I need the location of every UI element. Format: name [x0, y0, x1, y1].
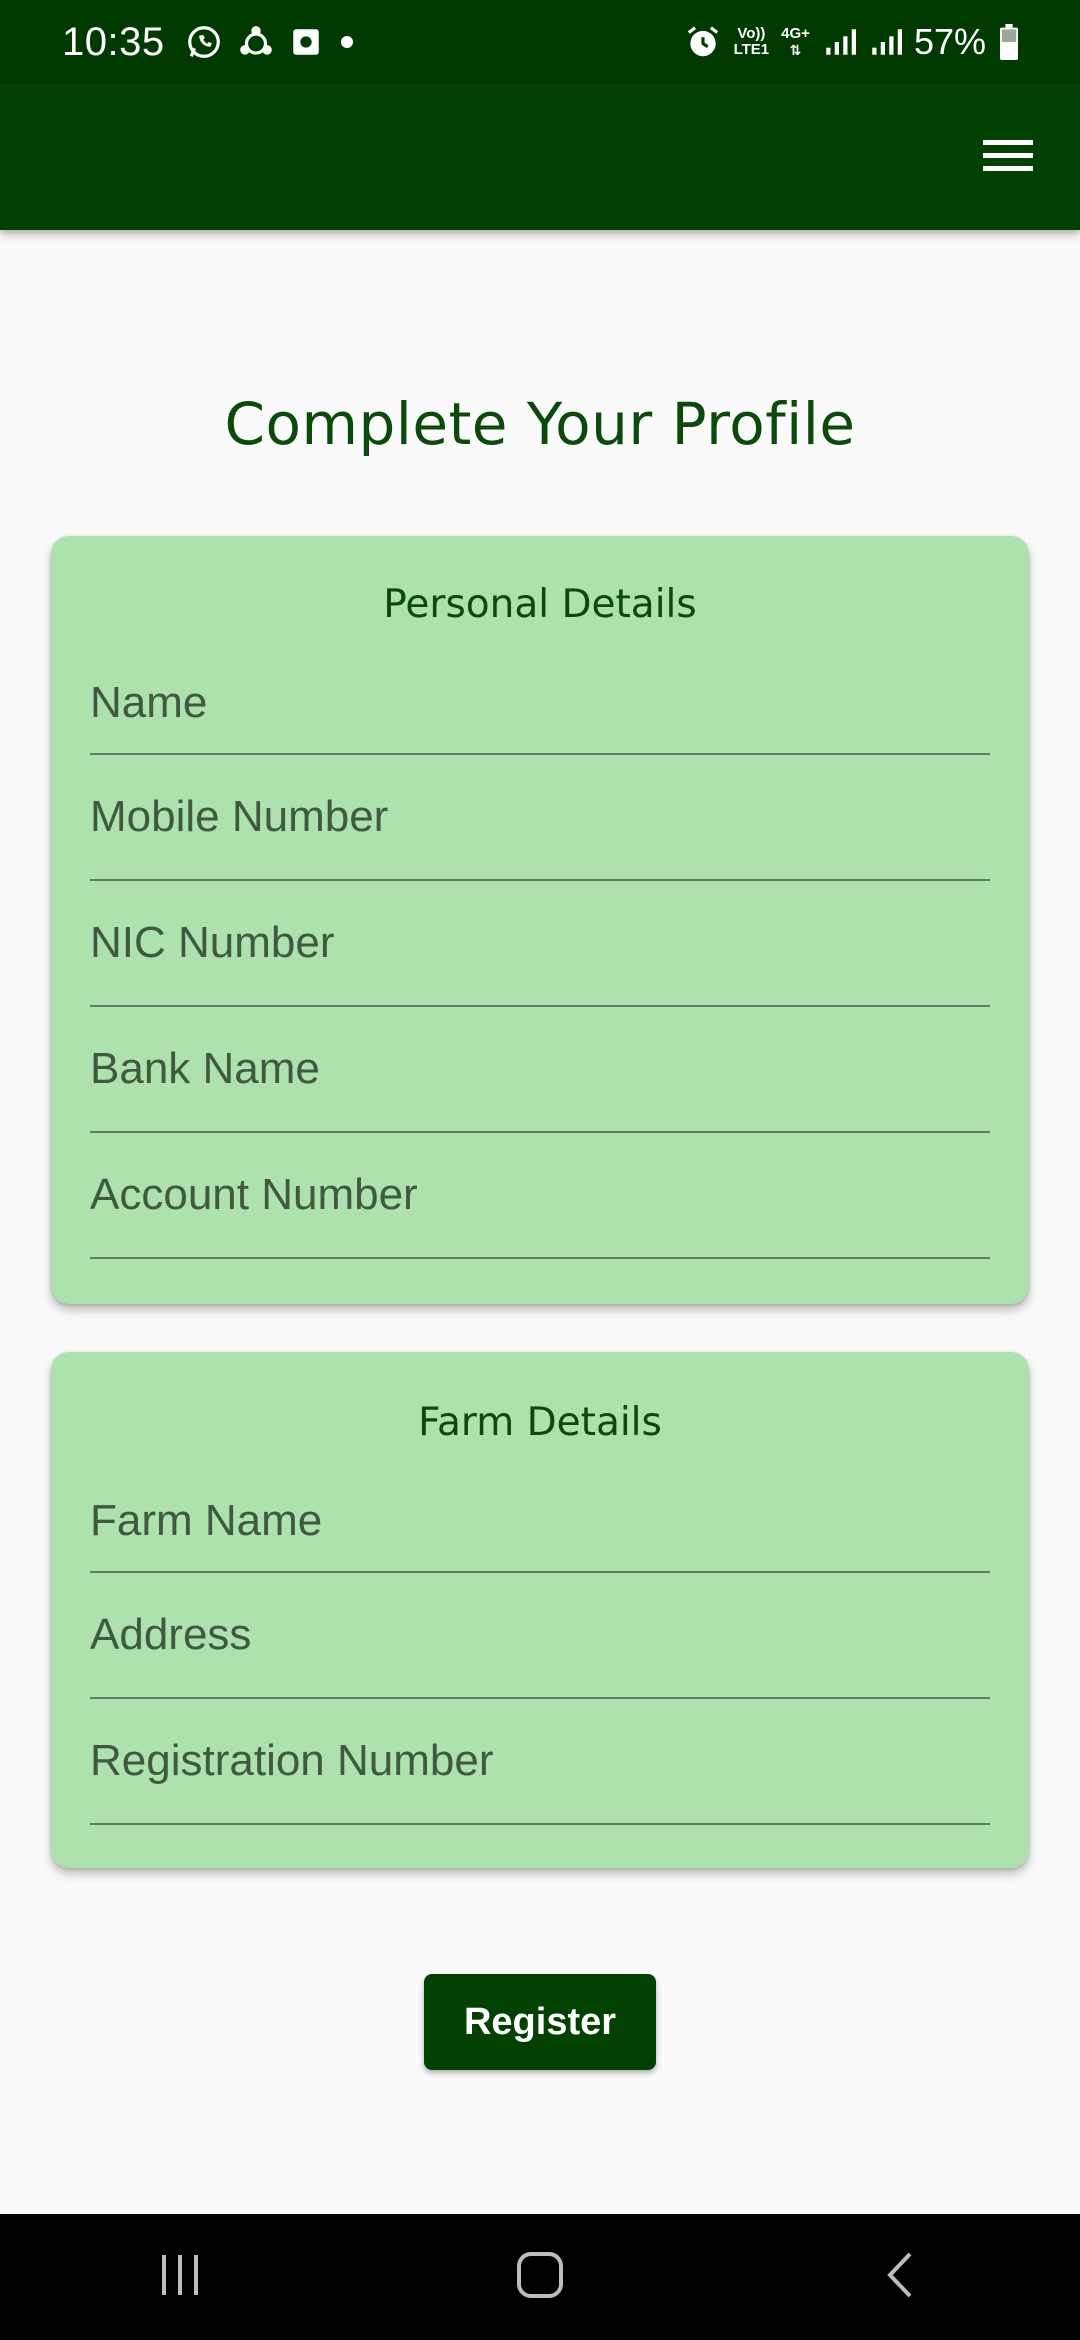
name-field-container [90, 652, 990, 755]
back-button[interactable] [840, 2217, 960, 2337]
mobile-number-field[interactable] [90, 792, 990, 842]
registration-number-field-container [90, 1699, 990, 1825]
home-button[interactable] [480, 2217, 600, 2337]
system-nav-bar [0, 2214, 1080, 2340]
address-field-container [90, 1573, 990, 1699]
recent-apps-button[interactable] [120, 2217, 240, 2337]
farm-details-card: Farm Details [51, 1352, 1029, 1868]
battery-percent: 57% [913, 21, 986, 62]
bank-name-field-container [90, 1007, 990, 1133]
bank-name-field[interactable] [90, 1044, 990, 1094]
signal-icon [822, 25, 856, 59]
status-right-group: Vo)) LTE1 4G+ ⇅ 57% [684, 21, 1020, 63]
4g-icon: 4G+ ⇅ [781, 25, 810, 59]
whatsapp-icon [185, 23, 223, 61]
battery-icon [998, 24, 1020, 60]
nic-number-field-container [90, 881, 990, 1007]
nic-number-field[interactable] [90, 918, 990, 968]
farm-name-field[interactable] [90, 1495, 990, 1546]
network-label-top: Vo)) [737, 25, 766, 42]
address-field[interactable] [90, 1610, 990, 1660]
status-bar: 10:35 Vo)) LTE1 4G+ ⇅ 57% [0, 0, 1080, 84]
back-icon [882, 2250, 918, 2305]
personal-details-card: Personal Details [51, 536, 1029, 1304]
app-bar [0, 84, 1080, 230]
page-title: Complete Your Profile [224, 390, 856, 458]
volte-icon: Vo)) LTE1 [734, 26, 770, 58]
signal-icon [868, 25, 902, 59]
account-number-field-container [90, 1133, 990, 1259]
network-type: 4G+ [781, 25, 810, 42]
dot-icon [337, 32, 357, 52]
sync-icon [237, 23, 275, 61]
account-number-field[interactable] [90, 1170, 990, 1220]
home-icon [515, 2250, 565, 2305]
menu-button[interactable] [972, 122, 1044, 194]
status-time: 10:35 [62, 19, 165, 64]
personal-details-title: Personal Details [383, 582, 697, 627]
register-button[interactable]: Register [424, 1974, 656, 2070]
alarm-icon [684, 23, 722, 61]
photo-icon [289, 25, 323, 59]
farm-name-field-container [90, 1470, 990, 1573]
farm-details-title: Farm Details [418, 1400, 662, 1445]
registration-number-field[interactable] [90, 1736, 990, 1786]
hamburger-menu-icon [983, 138, 1033, 179]
recent-apps-icon [158, 2253, 202, 2302]
status-left-group: 10:35 [62, 20, 357, 65]
name-field[interactable] [90, 677, 990, 728]
mobile-number-field-container [90, 755, 990, 881]
network-label-bottom: LTE1 [733, 41, 770, 58]
